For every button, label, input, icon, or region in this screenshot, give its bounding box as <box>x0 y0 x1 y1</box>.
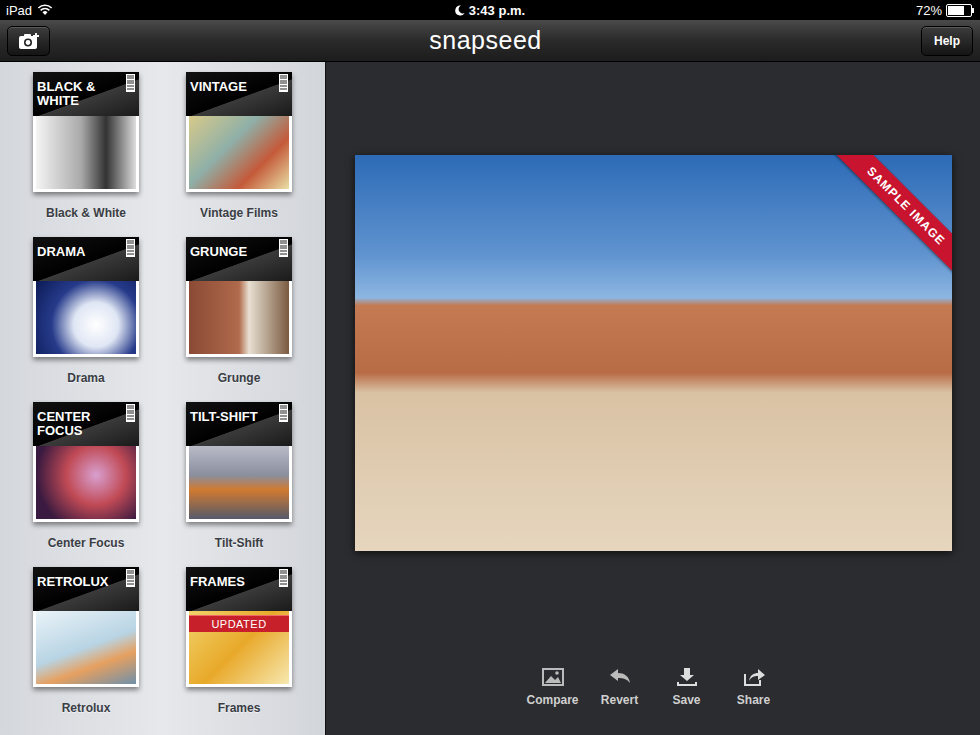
barcode-icon <box>126 239 135 257</box>
toolbar-button[interactable]: Revert <box>586 667 653 707</box>
filter-item[interactable]: VINTAGE Vintage Films <box>186 72 292 220</box>
battery-percent: 72% <box>916 3 942 18</box>
filter-title: VINTAGE <box>190 80 247 94</box>
filter-tile[interactable]: GRUNGE <box>186 237 292 357</box>
filter-preview <box>33 611 139 687</box>
bottom-toolbar: Compare Revert Save Share <box>519 667 787 707</box>
filter-preview <box>186 281 292 357</box>
toolbar-label: Share <box>737 693 770 707</box>
barcode-icon <box>279 239 288 257</box>
filter-title: GRUNGE <box>190 245 247 259</box>
filter-item[interactable]: FRAMES UPDATED Frames <box>186 567 292 715</box>
updated-badge: UPDATED <box>189 615 289 632</box>
toolbar-button[interactable]: Compare <box>519 667 586 707</box>
filter-tile[interactable]: FRAMES UPDATED <box>186 567 292 687</box>
download-icon <box>675 667 699 687</box>
filter-title: BLACK & WHITE <box>37 80 126 108</box>
clock: 3:43 p.m. <box>469 3 525 18</box>
workspace: SAMPLE IMAGE Compare Revert Save Share <box>326 62 980 735</box>
sample-photo: SAMPLE IMAGE <box>355 155 952 551</box>
filter-tile[interactable]: CENTER FOCUS <box>33 402 139 522</box>
filter-label: Tilt-Shift <box>215 536 263 550</box>
filter-item[interactable]: GRUNGE Grunge <box>186 237 292 385</box>
filter-title: CENTER FOCUS <box>37 410 126 438</box>
filter-preview: UPDATED <box>186 611 292 687</box>
filter-tile[interactable]: BLACK & WHITE <box>33 72 139 192</box>
barcode-icon <box>279 74 288 92</box>
picture-icon <box>541 667 565 687</box>
filter-title: RETROLUX <box>37 575 109 589</box>
camera-button[interactable] <box>7 26 50 56</box>
filter-tile[interactable]: DRAMA <box>33 237 139 357</box>
filter-item[interactable]: RETROLUX Retrolux <box>33 567 139 715</box>
filter-item[interactable]: DRAMA Drama <box>33 237 139 385</box>
filter-item[interactable]: TILT-SHIFT Tilt-Shift <box>186 402 292 550</box>
filter-preview <box>33 281 139 357</box>
filter-title: DRAMA <box>37 245 85 259</box>
filter-preview <box>33 116 139 192</box>
filter-item[interactable]: BLACK & WHITE Black & White <box>33 72 139 220</box>
toolbar-button[interactable]: Share <box>720 667 787 707</box>
filter-label: Center Focus <box>48 536 125 550</box>
barcode-icon <box>126 74 135 92</box>
filter-preview <box>186 116 292 192</box>
barcode-icon <box>279 404 288 422</box>
share-icon <box>742 667 766 687</box>
filter-item[interactable]: CENTER FOCUS Center Focus <box>33 402 139 550</box>
revert-arrow-icon <box>608 667 632 687</box>
sample-image-ribbon: SAMPLE IMAGE <box>833 155 952 279</box>
toolbar-label: Compare <box>526 693 578 707</box>
filter-label: Frames <box>218 701 261 715</box>
filter-title: FRAMES <box>190 575 245 589</box>
filter-tile[interactable]: VINTAGE <box>186 72 292 192</box>
filter-label: Grunge <box>218 371 261 385</box>
filter-title: TILT-SHIFT <box>190 410 258 424</box>
filter-sidebar: BLACK & WHITE Black & White VINTAGE Vinta… <box>0 62 326 735</box>
filter-tile[interactable]: TILT-SHIFT <box>186 402 292 522</box>
barcode-icon <box>126 404 135 422</box>
filter-label: Drama <box>67 371 104 385</box>
wifi-icon <box>37 4 53 16</box>
filter-preview <box>33 446 139 522</box>
filter-tile[interactable]: RETROLUX <box>33 567 139 687</box>
nav-bar: snapseed Help <box>0 20 980 62</box>
filter-preview <box>186 446 292 522</box>
barcode-icon <box>126 569 135 587</box>
barcode-icon <box>279 569 288 587</box>
battery-icon <box>946 4 974 17</box>
camera-plus-icon <box>18 32 40 50</box>
filter-label: Black & White <box>46 206 126 220</box>
status-bar: iPad 3:43 p.m. 72% <box>0 0 980 20</box>
help-button[interactable]: Help <box>921 26 973 56</box>
moon-icon <box>455 5 465 16</box>
snapseed-app: iPad 3:43 p.m. 72% snapseed Help BLACK &… <box>0 0 980 735</box>
toolbar-label: Save <box>672 693 700 707</box>
carrier-label: iPad <box>6 3 32 18</box>
toolbar-button[interactable]: Save <box>653 667 720 707</box>
app-logo: snapseed <box>429 26 541 55</box>
toolbar-label: Revert <box>601 693 638 707</box>
filter-label: Retrolux <box>62 701 111 715</box>
filter-label: Vintage Films <box>200 206 278 220</box>
